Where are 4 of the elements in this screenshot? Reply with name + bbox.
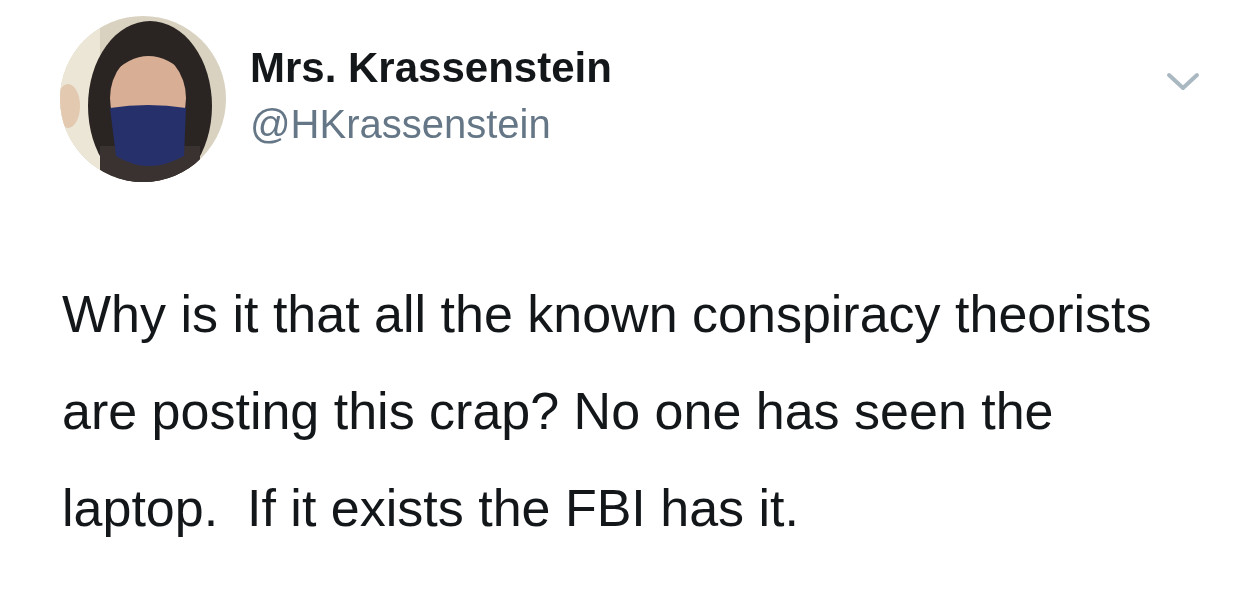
display-name: Mrs. Krassenstein <box>250 43 612 93</box>
chevron-down-icon[interactable] <box>1166 72 1200 92</box>
tweet-text: Why is it that all the known conspiracy theorists are posting this crap? No one has seen the laptop. If it exists the FBI has it. <box>62 284 1153 539</box>
user-handle: @HKrassenstein <box>250 101 552 148</box>
